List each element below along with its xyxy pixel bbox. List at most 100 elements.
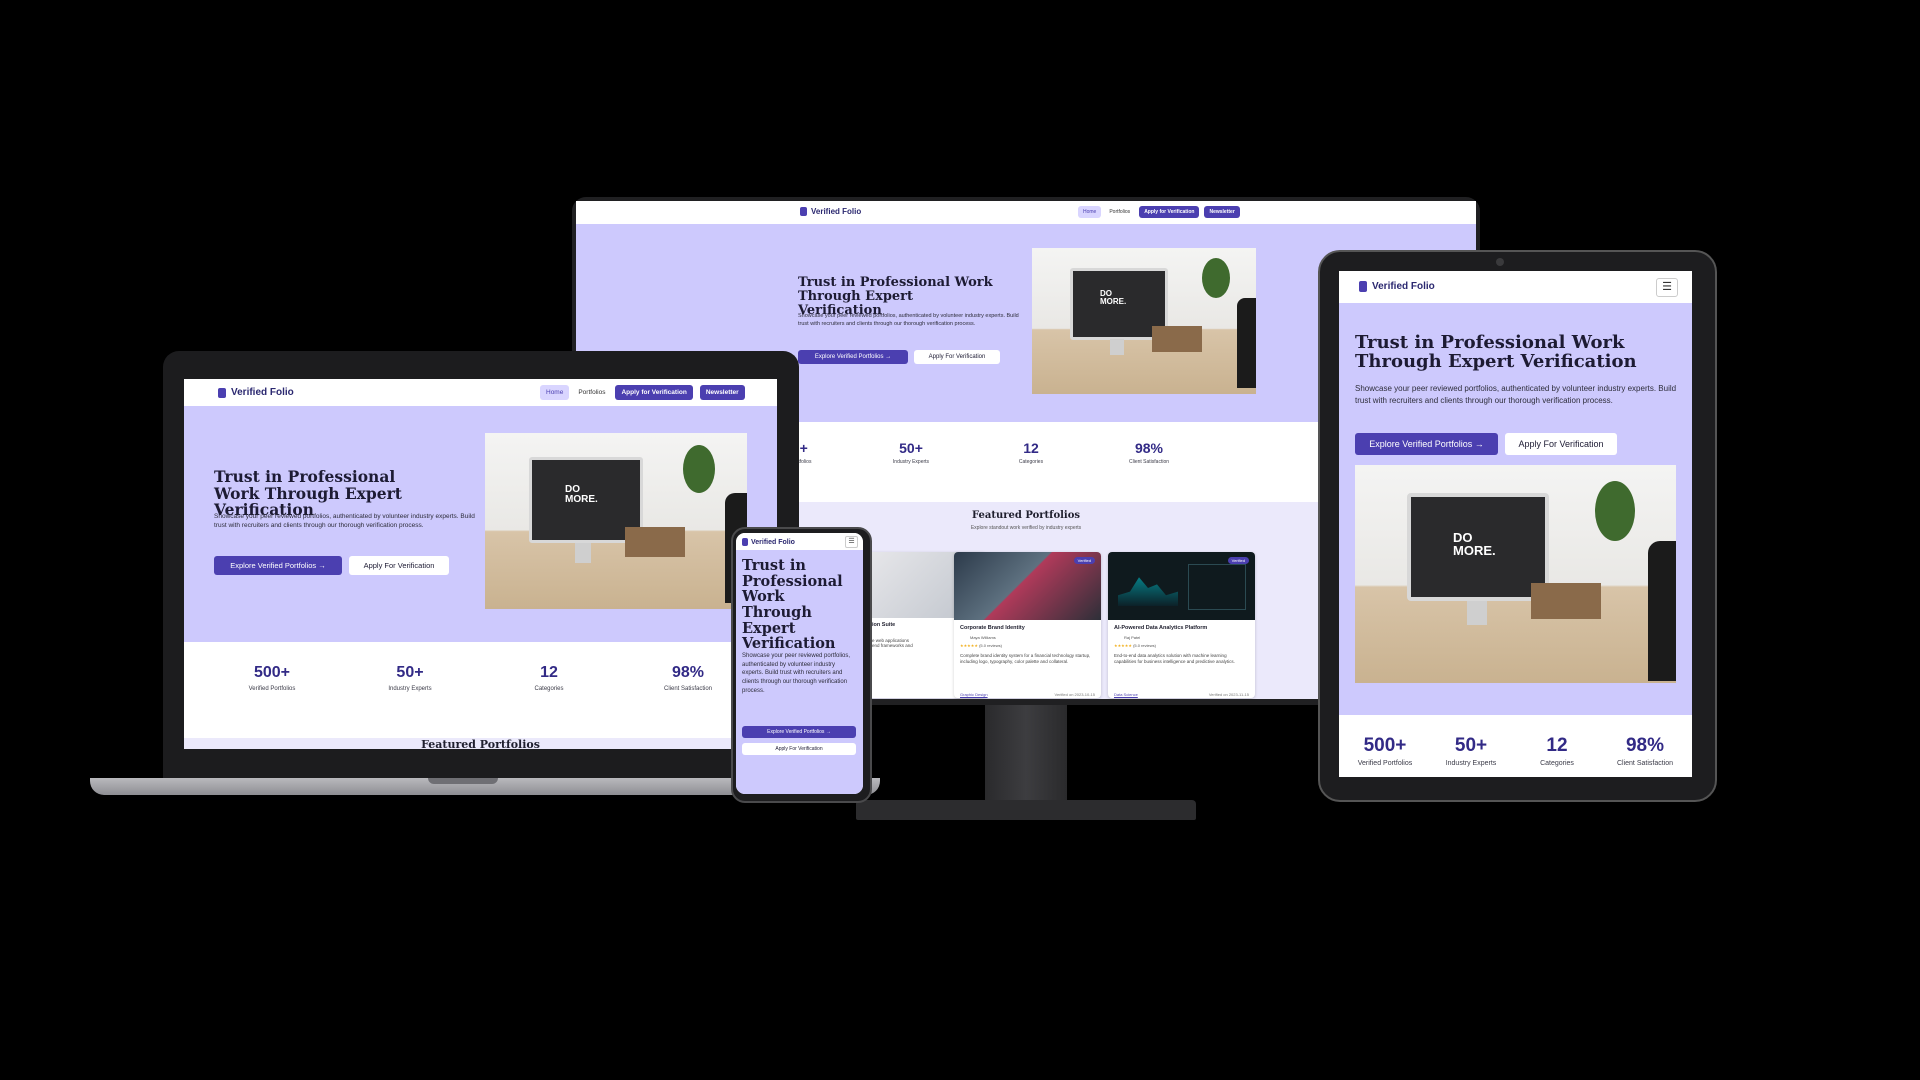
portfolio-card[interactable]: Verified AI-Powered Data Analytics Platf… — [1108, 552, 1255, 698]
stat-value: 12 — [1023, 440, 1039, 456]
hero-title: Trust in Professional Work Through Exper… — [798, 275, 993, 319]
nav-portfolios[interactable]: Portfolios — [1104, 206, 1135, 218]
explore-portfolios-button[interactable]: Explore Verified Portfolios → — [798, 350, 908, 364]
hero-description: Showcase your peer reviewed portfolios, … — [798, 313, 1019, 327]
explore-portfolios-button[interactable]: Explore Verified Portfolios → — [742, 726, 856, 738]
nav-home[interactable]: Home — [540, 385, 570, 400]
stat-label: Client Satisfaction — [1128, 459, 1170, 465]
nav-newsletter-button[interactable]: Newsletter — [699, 385, 745, 400]
stat-label: Industry Experts — [1445, 760, 1497, 767]
explore-portfolios-button[interactable]: Explore Verified Portfolios → — [214, 556, 342, 575]
stat-value: 12 — [540, 664, 558, 681]
hero-photo: DO MORE. — [1032, 248, 1256, 394]
photo-screen-text: DO MORE. — [565, 484, 598, 505]
star-rating-icon: ★★★★★ — [960, 643, 978, 648]
stats-section: 500+ Verified Portfolios 50+ Industry Expe… — [184, 642, 777, 749]
stat-value: 50+ — [1454, 735, 1488, 756]
stat-label: Categories — [1540, 760, 1574, 767]
photo-screen-text: DO MORE. — [1100, 289, 1127, 306]
laptop-screen: Verified Folio Home Portfolios Apply for… — [184, 379, 777, 749]
nav-home[interactable]: Home — [1078, 206, 1102, 218]
hamburger-menu-icon[interactable]: ☰ — [1656, 278, 1678, 297]
logo-icon — [218, 387, 226, 398]
laptop-notch — [428, 778, 498, 784]
stats-section: 500+ Verified Portfolios 50+ Industry Expe… — [1339, 715, 1692, 777]
phone-screen: Verified Folio ☰ Trust in Professional W… — [736, 533, 863, 794]
stat-value: 500+ — [1363, 735, 1407, 756]
star-rating-icon: ★★★★★ — [1114, 643, 1132, 648]
stat-value: 98% — [1134, 440, 1164, 456]
phone-navbar: Verified Folio ☰ — [736, 533, 863, 550]
hero-description: Showcase your peer reviewed portfolios, … — [742, 653, 851, 694]
stat-value: 12 — [1546, 735, 1568, 756]
hero-description: Showcase your peer reviewed portfolios, … — [1355, 384, 1677, 405]
brand-name: Verified Folio — [231, 387, 294, 398]
hero-title: Trust in Professional Work Through Exper… — [742, 557, 843, 653]
card-category: Data Science — [1114, 692, 1138, 697]
arrow-right-icon: → — [1474, 439, 1484, 449]
tablet-screen: Verified Folio ☰ Trust in Professional W… — [1339, 271, 1692, 777]
brand-name: Verified Folio — [811, 207, 862, 216]
tablet-navbar: Verified Folio ☰ — [1339, 271, 1692, 303]
card-footer: Verified on 2023-10-15 — [1054, 692, 1095, 697]
explore-portfolios-button[interactable]: Explore Verified Portfolios → — [1355, 433, 1498, 455]
card-title: Corporate Brand Identity — [960, 625, 1025, 631]
logo[interactable]: Verified Folio — [1359, 281, 1435, 292]
stat-label: Industry Experts — [388, 686, 432, 692]
card-category: Graphic Design — [960, 692, 988, 697]
arrow-right-icon: → — [825, 729, 831, 735]
card-desc: End-to-end data analytics solution with … — [1114, 653, 1235, 665]
tablet-camera — [1496, 258, 1504, 266]
hero-section: Trust in Professional Work Through Exper… — [184, 406, 777, 642]
card-author: Maya Williams — [970, 635, 996, 640]
monitor-navbar: Verified Folio Home Portfolios Apply for… — [576, 201, 1476, 224]
logo-icon — [800, 207, 807, 216]
arrow-right-icon: → — [885, 354, 892, 360]
nav-apply-button[interactable]: Apply for Verification — [1139, 206, 1200, 218]
stat-value: 98% — [1625, 735, 1665, 756]
card-rating: ★★★★★ (5.0 reviews) — [960, 643, 1002, 648]
hero-photo: DO MORE. — [1355, 465, 1676, 683]
nav-apply-button[interactable]: Apply for Verification — [615, 385, 693, 400]
arrow-right-icon: → — [318, 561, 326, 570]
logo[interactable]: Verified Folio — [800, 207, 861, 216]
nav-portfolios[interactable]: Portfolios — [572, 385, 611, 400]
apply-verification-button[interactable]: Apply For Verification — [1505, 433, 1617, 455]
nav-newsletter-button[interactable]: Newsletter — [1204, 206, 1240, 218]
card-title: ion Suite — [872, 622, 896, 628]
portfolio-card[interactable]: Verified Corporate Brand Identity Maya W… — [954, 552, 1101, 698]
hero-description: Showcase your peer reviewed portfolios, … — [214, 513, 475, 530]
featured-title-partial: Featured Portfolios — [421, 738, 540, 749]
card-rating: ★★★★★ (5.0 reviews) — [1114, 643, 1156, 648]
apply-verification-button[interactable]: Apply For Verification — [742, 743, 856, 755]
card-title: AI-Powered Data Analytics Platform — [1114, 625, 1208, 631]
stat-label: Verified Portfolios — [248, 686, 296, 692]
hero-section: Trust in Professional Work Through Exper… — [736, 550, 863, 794]
stat-label: Industry Experts — [892, 459, 930, 465]
stat-label: Client Satisfaction — [1616, 760, 1674, 767]
brand-name: Verified Folio — [751, 538, 795, 546]
card-desc: Complete brand identity system for a fin… — [960, 653, 1091, 665]
brand-name: Verified Folio — [1372, 281, 1435, 292]
apply-verification-button[interactable]: Apply For Verification — [914, 350, 1000, 364]
photo-screen-text: DO MORE. — [1453, 530, 1496, 558]
monitor-stand-base — [856, 800, 1196, 820]
stat-value: 500+ — [253, 664, 291, 681]
hero-section: Trust in Professional Work Through Exper… — [1339, 303, 1692, 715]
hero-title: Trust in Professional Work Through Exper… — [1355, 332, 1637, 373]
stat-label: Categories — [1018, 459, 1044, 465]
logo[interactable]: Verified Folio — [218, 387, 294, 398]
stat-value: 98% — [671, 664, 705, 681]
stat-value: 50+ — [899, 440, 923, 456]
verified-badge: Verified — [1227, 557, 1249, 564]
logo[interactable]: Verified Folio — [742, 538, 795, 546]
apply-verification-button[interactable]: Apply For Verification — [349, 556, 449, 575]
monitor-stand-neck — [985, 698, 1067, 810]
stat-label: Verified Portfolios — [1357, 760, 1413, 767]
stat-label: Client Satisfaction — [663, 686, 713, 692]
hamburger-menu-icon[interactable]: ☰ — [845, 536, 858, 548]
logo-icon — [1359, 281, 1367, 292]
card-footer: Verified on 2023-11-15 — [1208, 692, 1249, 697]
card-author: Raj Patel — [1124, 635, 1141, 640]
laptop-navbar: Verified Folio Home Portfolios Apply for… — [184, 379, 777, 406]
